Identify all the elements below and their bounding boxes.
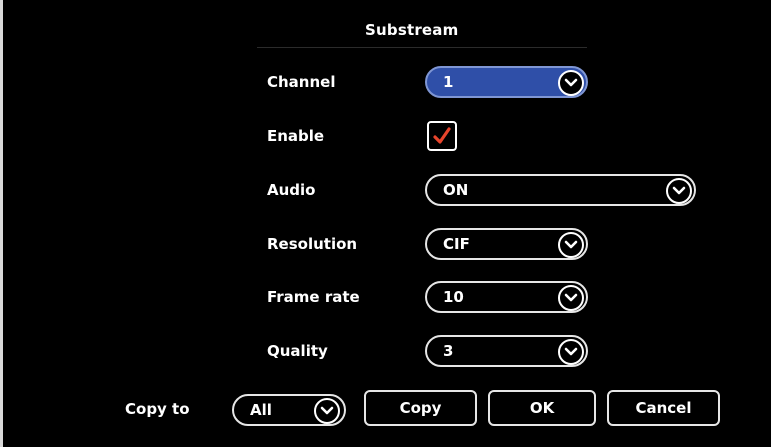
chevron-down-icon[interactable] (558, 285, 584, 311)
copy-to-select[interactable]: All (232, 394, 346, 426)
screen-edge-left (0, 0, 3, 447)
channel-label: Channel (267, 73, 336, 91)
cancel-button[interactable]: Cancel (607, 390, 720, 426)
audio-value: ON (443, 181, 469, 199)
enable-label: Enable (267, 127, 325, 145)
screen-edge-right (771, 0, 781, 447)
resolution-label: Resolution (267, 235, 358, 253)
quality-label: Quality (267, 342, 328, 360)
copy-button[interactable]: Copy (364, 390, 477, 426)
copy-to-value: All (250, 401, 272, 419)
channel-select[interactable]: 1 (425, 66, 588, 98)
chevron-down-icon[interactable] (666, 178, 692, 204)
dvr-screen: Substream Channel 1 Enable Audio ON Reso… (0, 0, 781, 447)
resolution-select[interactable]: CIF (425, 228, 588, 260)
chevron-down-icon[interactable] (314, 398, 340, 424)
ok-button[interactable]: OK (488, 390, 596, 426)
audio-label: Audio (267, 181, 316, 199)
frame-rate-label: Frame rate (267, 288, 360, 306)
audio-select[interactable]: ON (425, 174, 696, 206)
channel-value: 1 (443, 73, 454, 91)
quality-value: 3 (443, 342, 454, 360)
frame-rate-select[interactable]: 10 (425, 281, 588, 313)
title-divider (257, 47, 587, 48)
resolution-value: CIF (443, 235, 470, 253)
checkmark-icon (433, 127, 451, 144)
chevron-down-icon[interactable] (558, 70, 584, 96)
frame-rate-value: 10 (443, 288, 464, 306)
dialog-title: Substream (365, 21, 459, 39)
chevron-down-icon[interactable] (558, 339, 584, 365)
quality-select[interactable]: 3 (425, 335, 588, 367)
enable-checkbox[interactable] (427, 121, 457, 151)
chevron-down-icon[interactable] (558, 232, 584, 258)
copy-to-label: Copy to (125, 400, 190, 418)
